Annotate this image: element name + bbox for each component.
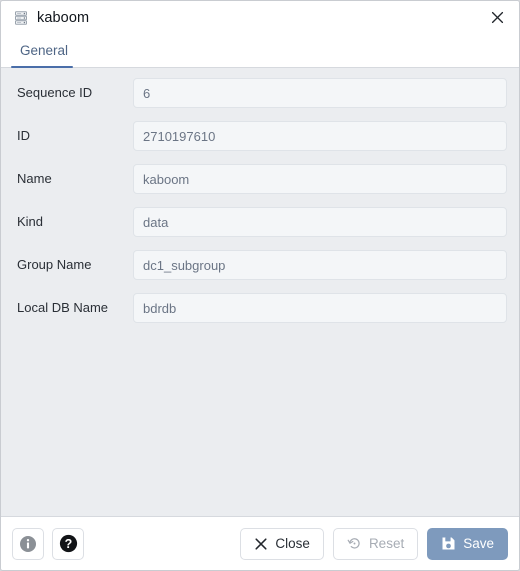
field-row-sequence-id: Sequence ID [17,78,507,108]
input-kind[interactable] [133,207,507,237]
tab-general[interactable]: General [11,34,80,68]
close-x-icon [255,537,267,550]
help-button[interactable]: ? [52,527,84,560]
close-icon [491,11,503,24]
field-row-kind: Kind [17,207,507,237]
tab-general-label: General [20,43,69,58]
field-row-id: ID [17,121,507,151]
reset-undo-icon [347,538,360,549]
close-button-label: Close [275,536,310,551]
save-button[interactable]: Save [427,527,508,560]
save-button-label: Save [463,536,494,551]
label-id: ID [17,128,30,143]
close-button[interactable]: Close [240,527,324,560]
reset-button[interactable]: Reset [332,527,419,560]
input-id[interactable] [133,121,507,151]
save-floppy-icon [442,537,455,550]
info-button[interactable] [12,527,44,560]
footer-right-group: Close Reset Save [240,527,508,560]
input-group-name[interactable] [133,250,507,280]
general-form: Sequence ID ID Name Kind Group Name Loca… [1,68,519,516]
field-row-local-db-name: Local DB Name [17,293,507,323]
footer-left-group: ? [12,527,84,560]
label-kind: Kind [17,214,44,229]
label-sequence-id: Sequence ID [17,85,93,100]
dialog-close-button[interactable] [485,6,509,30]
database-stack-icon [15,10,27,25]
dialog-title: kaboom [37,9,90,26]
svg-text:?: ? [64,537,72,551]
dialog-titlebar: kaboom [1,1,519,34]
input-local-db-name[interactable] [133,293,507,323]
label-local-db-name: Local DB Name [17,300,109,315]
input-name[interactable] [133,164,507,194]
dialog-tabbar: General [1,34,519,68]
field-row-group-name: Group Name [17,250,507,280]
label-name: Name [17,171,52,186]
reset-button-label: Reset [368,536,405,551]
dialog-footer: ? Close Reset Save [1,516,519,570]
info-icon [20,535,36,552]
help-icon: ? [59,534,77,553]
properties-dialog: kaboom General Sequence ID ID Name Kind [0,0,520,571]
label-group-name: Group Name [17,257,92,272]
field-row-name: Name [17,164,507,194]
input-sequence-id[interactable] [133,78,507,108]
